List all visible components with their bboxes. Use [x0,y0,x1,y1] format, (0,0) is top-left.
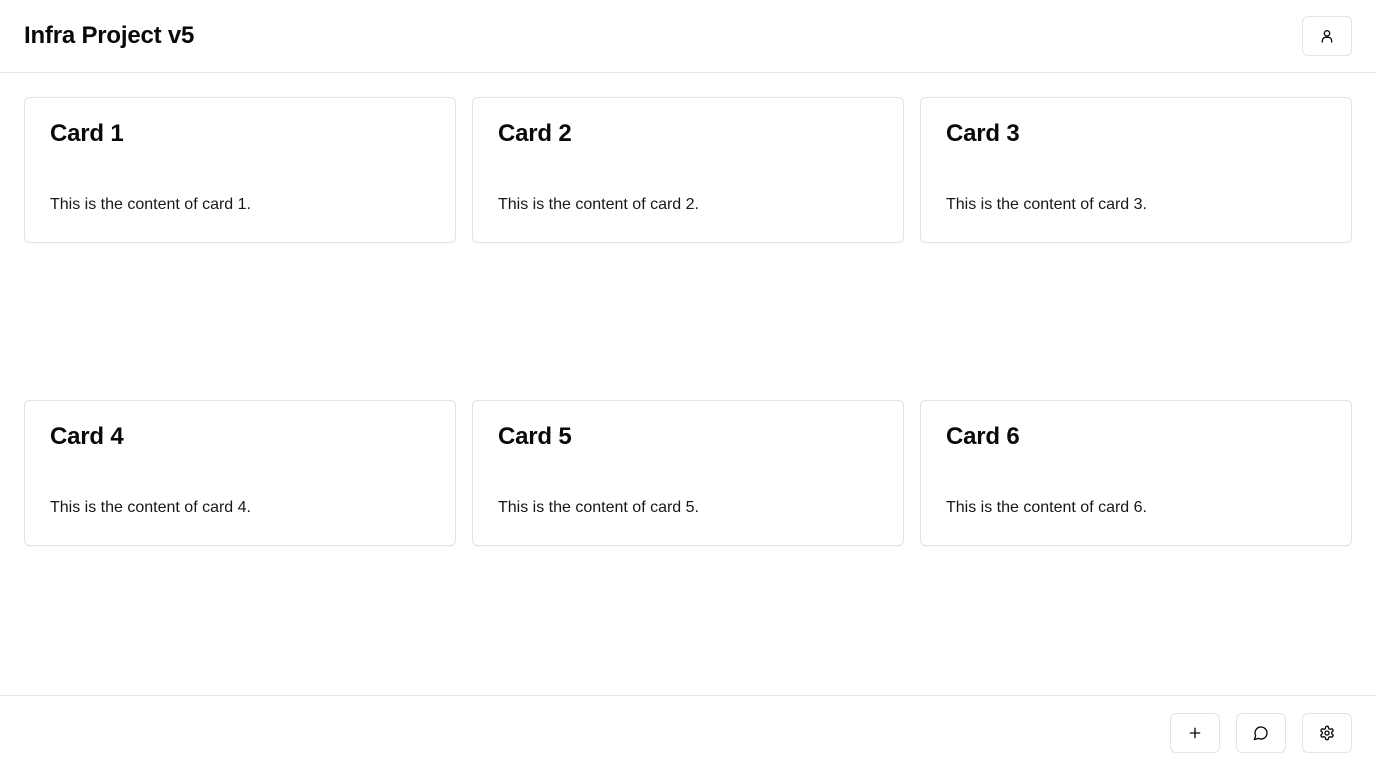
card-content: This is the content of card 4. [50,499,251,516]
user-icon [1319,28,1335,44]
card-content: This is the content of card 1. [50,196,251,213]
chat-button[interactable] [1236,713,1286,753]
card-title: Card 2 [498,120,572,147]
card-title: Card 4 [50,423,124,450]
card-2: Card 2 This is the content of card 2. [472,97,904,243]
card-3: Card 3 This is the content of card 3. [920,97,1352,243]
gear-icon [1319,725,1335,741]
user-profile-button[interactable] [1302,16,1352,56]
card-content: This is the content of card 3. [946,196,1147,213]
card-title: Card 5 [498,423,572,450]
add-button[interactable] [1170,713,1220,753]
app-footer [0,695,1376,768]
card-content: This is the content of card 6. [946,499,1147,516]
card-content: This is the content of card 5. [498,499,699,516]
plus-icon [1187,725,1203,741]
card-title: Card 1 [50,120,124,147]
app-title: Infra Project v5 [24,22,195,49]
card-1: Card 1 This is the content of card 1. [24,97,456,243]
app-header: Infra Project v5 [0,0,1376,73]
chat-bubble-icon [1253,725,1269,741]
card-6: Card 6 This is the content of card 6. [920,400,1352,546]
card-title: Card 6 [946,423,1020,450]
card-4: Card 4 This is the content of card 4. [24,400,456,546]
card-grid: Card 1 This is the content of card 1. Ca… [24,97,1352,657]
settings-button[interactable] [1302,713,1352,753]
footer-actions [1170,713,1352,753]
card-title: Card 3 [946,120,1020,147]
card-content: This is the content of card 2. [498,196,699,213]
card-5: Card 5 This is the content of card 5. [472,400,904,546]
